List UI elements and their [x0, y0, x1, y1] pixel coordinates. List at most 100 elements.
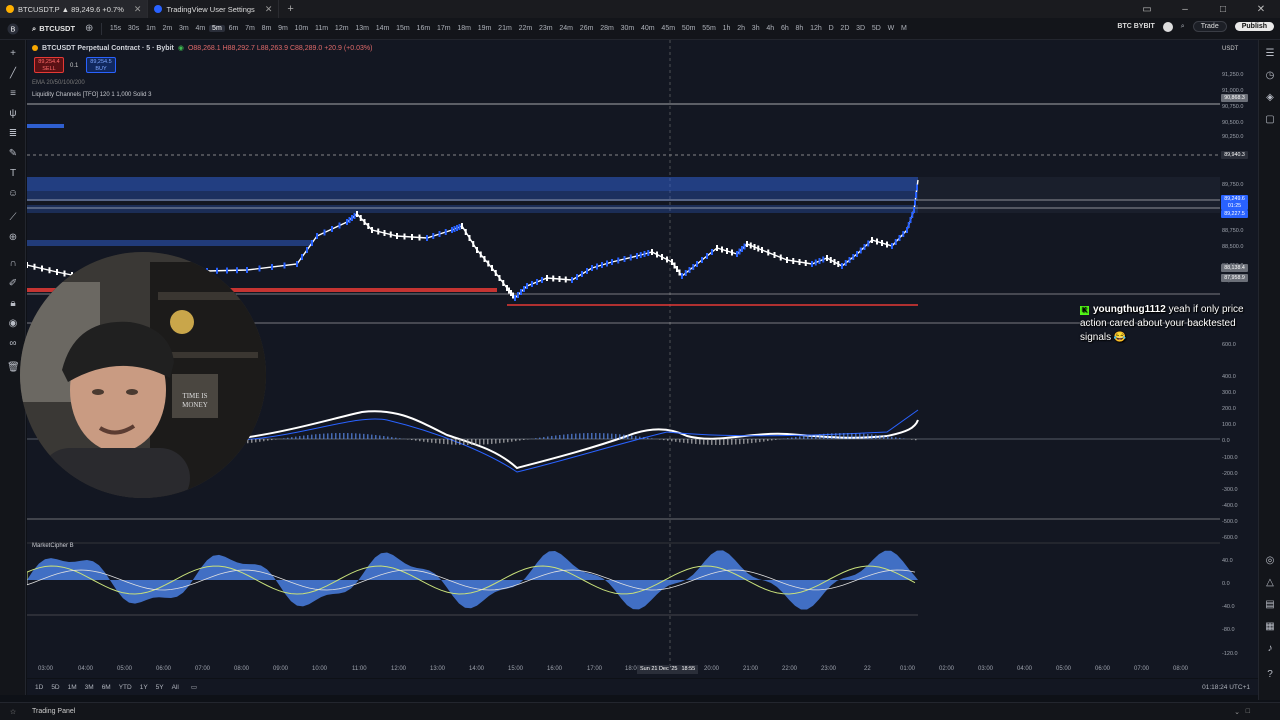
timeframe-15s[interactable]: 15s: [106, 25, 124, 32]
range-5D[interactable]: 5D: [51, 684, 59, 691]
timeframe-50m[interactable]: 50m: [678, 25, 698, 32]
timeframe-6h[interactable]: 6h: [778, 25, 793, 32]
timeframe-8h[interactable]: 8h: [792, 25, 807, 32]
date-range-icon[interactable]: ▭: [191, 683, 197, 691]
triangle-icon[interactable]: △: [1264, 577, 1276, 589]
close-icon[interactable]: ✕: [265, 4, 273, 15]
pitchfork-icon[interactable]: ψ: [7, 108, 19, 120]
timeframe-30s[interactable]: 30s: [125, 25, 143, 32]
timeframe-10m[interactable]: 10m: [291, 25, 311, 32]
timeframe-1h[interactable]: 1h: [719, 25, 734, 32]
timeframe-12m[interactable]: 12m: [332, 25, 352, 32]
minimize-icon[interactable]: –: [1166, 4, 1204, 15]
alerts-icon[interactable]: ◷: [1264, 70, 1276, 82]
timeframe-M[interactable]: M: [898, 25, 911, 32]
timeframe-6m[interactable]: 6m: [225, 25, 242, 32]
maximize-panel-icon[interactable]: □: [1246, 708, 1250, 715]
range-YTD[interactable]: YTD: [119, 684, 132, 691]
timeframe-14m[interactable]: 14m: [372, 25, 392, 32]
magnet-icon[interactable]: ∩: [7, 258, 19, 270]
range-3M[interactable]: 3M: [85, 684, 94, 691]
new-tab-button[interactable]: +: [279, 3, 301, 15]
range-5Y[interactable]: 5Y: [156, 684, 164, 691]
timeframe-2m[interactable]: 2m: [159, 25, 176, 32]
publish-button[interactable]: Publish: [1234, 22, 1274, 31]
timeframe-W[interactable]: W: [884, 25, 897, 32]
timeframe-4h[interactable]: 4h: [763, 25, 778, 32]
ema-legend[interactable]: EMA 20/50/100/200: [32, 80, 85, 86]
sell-button[interactable]: 89,254.4 SELL: [34, 57, 64, 73]
exchange-label[interactable]: BTC BYBIT: [1117, 23, 1154, 30]
timeframe-22m[interactable]: 22m: [515, 25, 535, 32]
brush-icon[interactable]: ✎: [7, 148, 19, 160]
search-icon[interactable]: ⌕: [1181, 23, 1185, 31]
browser-tab-settings[interactable]: TradingView User Settings ✕: [148, 0, 280, 18]
zoom-icon[interactable]: ⊕: [7, 232, 19, 244]
clock-label[interactable]: 01:18:24 UTC+1: [1202, 684, 1250, 691]
legend-title[interactable]: BTCUSDT Perpetual Contract · 5 · Bybit: [42, 45, 174, 52]
timeframe-7m[interactable]: 7m: [242, 25, 259, 32]
link-icon[interactable]: ∞: [7, 338, 19, 350]
help-icon[interactable]: ?: [1264, 669, 1276, 681]
timeframe-19m[interactable]: 19m: [474, 25, 494, 32]
bell-icon[interactable]: ♪: [1264, 643, 1276, 655]
range-1D[interactable]: 1D: [35, 684, 43, 691]
timeframe-16m[interactable]: 16m: [413, 25, 433, 32]
range-1Y[interactable]: 1Y: [140, 684, 148, 691]
timeframe-2D[interactable]: 2D: [837, 25, 853, 32]
watchlist-icon[interactable]: ☰: [1264, 48, 1276, 60]
timeframe-15m[interactable]: 15m: [393, 25, 413, 32]
range-6M[interactable]: 6M: [102, 684, 111, 691]
horizontal-lines-icon[interactable]: ≡: [7, 88, 19, 100]
toggle-icon[interactable]: [1162, 21, 1173, 32]
timeframe-3D[interactable]: 3D: [853, 25, 869, 32]
timeframe-30m[interactable]: 30m: [617, 25, 637, 32]
trendline-icon[interactable]: ╱: [7, 68, 19, 80]
timeframe-2h[interactable]: 2h: [734, 25, 749, 32]
timeframe-5D[interactable]: 5D: [869, 25, 885, 32]
timeframe-8m[interactable]: 8m: [258, 25, 275, 32]
timeframe-12h[interactable]: 12h: [807, 25, 825, 32]
timeframe-26m[interactable]: 26m: [576, 25, 596, 32]
target-icon[interactable]: ◎: [1264, 555, 1276, 567]
timeframe-5m[interactable]: 5m: [208, 25, 226, 32]
timeframe-18m[interactable]: 18m: [454, 25, 474, 32]
logo-icon[interactable]: B: [0, 23, 26, 35]
timeframe-45m[interactable]: 45m: [658, 25, 678, 32]
timeframe-17m[interactable]: 17m: [434, 25, 454, 32]
timeframe-21m[interactable]: 21m: [495, 25, 515, 32]
grid-icon[interactable]: ▦: [1264, 621, 1276, 633]
text-icon[interactable]: T: [7, 168, 19, 180]
timeframe-D[interactable]: D: [825, 25, 837, 32]
add-symbol-icon[interactable]: ⊕: [81, 23, 97, 34]
fib-icon[interactable]: ≣: [7, 128, 19, 140]
timeframe-1m[interactable]: 1m: [143, 25, 160, 32]
close-icon[interactable]: ✕: [134, 4, 142, 15]
symbol-search[interactable]: ⌕ BTCUSDT: [26, 24, 81, 34]
range-1M[interactable]: 1M: [68, 684, 77, 691]
timeframe-55m[interactable]: 55m: [699, 25, 719, 32]
layers-icon[interactable]: ◈: [1264, 92, 1276, 104]
crosshair-icon[interactable]: +: [7, 48, 19, 60]
timeframe-4m[interactable]: 4m: [192, 25, 209, 32]
close-window-icon[interactable]: ✕: [1242, 4, 1280, 15]
timeframe-9m[interactable]: 9m: [275, 25, 292, 32]
browser-tab-active[interactable]: BTCUSDT.P ▲ 89,249.6 +0.7% ✕: [0, 0, 149, 18]
ruler-icon[interactable]: ⟋: [7, 212, 19, 224]
maximize-icon[interactable]: □: [1204, 4, 1242, 15]
currency-label[interactable]: USDT: [1222, 46, 1238, 52]
trash-icon[interactable]: 🗑︎: [7, 362, 20, 374]
timeframe-23m[interactable]: 23m: [536, 25, 556, 32]
window-icon[interactable]: ▭: [1128, 4, 1166, 15]
buy-button[interactable]: 89,254.5 BUY: [86, 57, 116, 73]
eye-icon[interactable]: ◉: [178, 44, 184, 52]
liquidity-channels-legend[interactable]: Liquidity Channels [TFO] 120 1 1,000 Sol…: [32, 92, 151, 98]
timeframe-13m[interactable]: 13m: [352, 25, 372, 32]
range-All[interactable]: All: [172, 684, 179, 691]
lock-icon[interactable]: 🔒︎: [7, 298, 19, 310]
eye-icon[interactable]: ◉: [7, 318, 19, 330]
marketcipher-legend[interactable]: MarketCipher B: [32, 543, 74, 549]
timeframe-24m[interactable]: 24m: [556, 25, 576, 32]
timeframe-28m[interactable]: 28m: [597, 25, 617, 32]
emoji-icon[interactable]: ☺: [7, 188, 19, 200]
